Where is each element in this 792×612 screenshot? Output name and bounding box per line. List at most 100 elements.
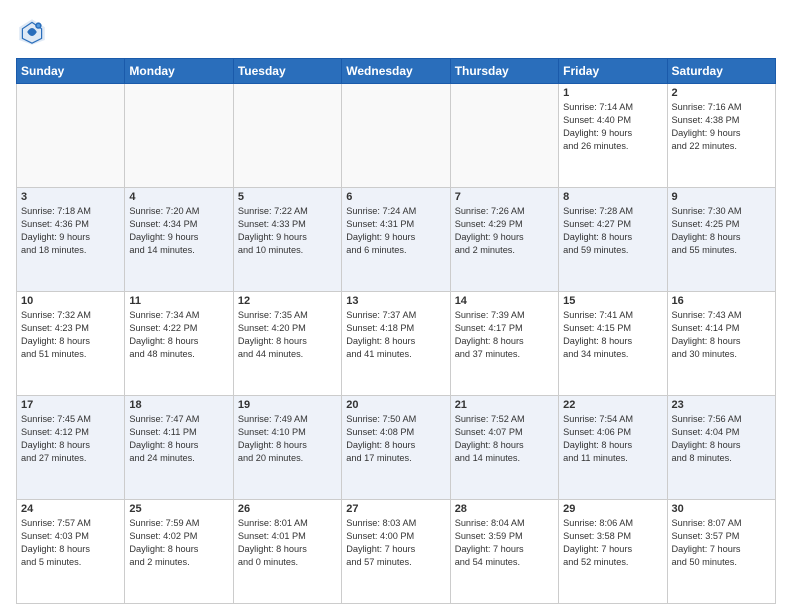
- day-info: Sunrise: 8:01 AM Sunset: 4:01 PM Dayligh…: [238, 517, 337, 569]
- day-number: 12: [238, 295, 337, 307]
- day-info: Sunrise: 7:54 AM Sunset: 4:06 PM Dayligh…: [563, 413, 662, 465]
- calendar-cell: 4 Sunrise: 7:20 AM Sunset: 4:34 PM Daylig…: [125, 188, 233, 292]
- calendar-cell: 3Sunrise: 7:18 AM Sunset: 4:36 PM Daylig…: [17, 188, 125, 292]
- day-info: Sunrise: 7:14 AM Sunset: 4:40 PM Dayligh…: [563, 101, 662, 153]
- week-row-3: 10 Sunrise: 7:32 AM Sunset: 4:23 PM Dayli…: [17, 292, 776, 396]
- weekday-header-friday: Friday: [559, 59, 667, 84]
- day-info: Sunrise: 7:20 AM Sunset: 4:34 PM Dayligh…: [129, 205, 228, 257]
- day-number: 9: [672, 191, 771, 203]
- day-info: Sunrise: 7:41 AM Sunset: 4:15 PM Dayligh…: [563, 309, 662, 361]
- day-info: Sunrise: 7:35 AM Sunset: 4:20 PM Dayligh…: [238, 309, 337, 361]
- day-number: 30: [672, 503, 771, 515]
- page: SundayMondayTuesdayWednesdayThursdayFrid…: [0, 0, 792, 612]
- calendar-cell: 14 Sunrise: 7:39 AM Sunset: 4:17 PM Dayli…: [450, 292, 558, 396]
- day-info: Sunrise: 7:45 AM Sunset: 4:12 PM Dayligh…: [21, 413, 120, 465]
- day-number: 17: [21, 399, 120, 411]
- weekday-header-saturday: Saturday: [667, 59, 775, 84]
- calendar-cell: 29 Sunrise: 8:06 AM Sunset: 3:58 PM Dayli…: [559, 500, 667, 604]
- day-info: Sunrise: 7:57 AM Sunset: 4:03 PM Dayligh…: [21, 517, 120, 569]
- day-number: 25: [129, 503, 228, 515]
- calendar-cell: 20 Sunrise: 7:50 AM Sunset: 4:08 PM Dayli…: [342, 396, 450, 500]
- calendar-cell: 7Sunrise: 7:26 AM Sunset: 4:29 PM Daylig…: [450, 188, 558, 292]
- day-number: 19: [238, 399, 337, 411]
- calendar-cell: [233, 84, 341, 188]
- day-info: Sunrise: 7:50 AM Sunset: 4:08 PM Dayligh…: [346, 413, 445, 465]
- calendar-cell: 9 Sunrise: 7:30 AM Sunset: 4:25 PM Daylig…: [667, 188, 775, 292]
- day-info: Sunrise: 7:49 AM Sunset: 4:10 PM Dayligh…: [238, 413, 337, 465]
- logo-icon: [16, 16, 48, 48]
- day-number: 11: [129, 295, 228, 307]
- calendar-cell: 11 Sunrise: 7:34 AM Sunset: 4:22 PM Dayli…: [125, 292, 233, 396]
- day-info: Sunrise: 7:39 AM Sunset: 4:17 PM Dayligh…: [455, 309, 554, 361]
- calendar-cell: 12 Sunrise: 7:35 AM Sunset: 4:20 PM Dayli…: [233, 292, 341, 396]
- day-number: 8: [563, 191, 662, 203]
- day-number: 5: [238, 191, 337, 203]
- day-info: Sunrise: 7:24 AM Sunset: 4:31 PM Dayligh…: [346, 205, 445, 257]
- day-info: Sunrise: 7:37 AM Sunset: 4:18 PM Dayligh…: [346, 309, 445, 361]
- calendar-cell: 5 Sunrise: 7:22 AM Sunset: 4:33 PM Daylig…: [233, 188, 341, 292]
- calendar-cell: 22 Sunrise: 7:54 AM Sunset: 4:06 PM Dayli…: [559, 396, 667, 500]
- day-number: 10: [21, 295, 120, 307]
- week-row-2: 3Sunrise: 7:18 AM Sunset: 4:36 PM Daylig…: [17, 188, 776, 292]
- calendar-cell: 10 Sunrise: 7:32 AM Sunset: 4:23 PM Dayli…: [17, 292, 125, 396]
- day-number: 20: [346, 399, 445, 411]
- day-info: Sunrise: 7:56 AM Sunset: 4:04 PM Dayligh…: [672, 413, 771, 465]
- weekday-header-monday: Monday: [125, 59, 233, 84]
- calendar-cell: [342, 84, 450, 188]
- calendar-cell: 30Sunrise: 8:07 AM Sunset: 3:57 PM Dayli…: [667, 500, 775, 604]
- calendar-cell: 21 Sunrise: 7:52 AM Sunset: 4:07 PM Dayli…: [450, 396, 558, 500]
- day-number: 6: [346, 191, 445, 203]
- day-number: 1: [563, 87, 662, 99]
- day-number: 29: [563, 503, 662, 515]
- day-info: Sunrise: 7:34 AM Sunset: 4:22 PM Dayligh…: [129, 309, 228, 361]
- day-info: Sunrise: 7:52 AM Sunset: 4:07 PM Dayligh…: [455, 413, 554, 465]
- weekday-header-wednesday: Wednesday: [342, 59, 450, 84]
- day-info: Sunrise: 7:18 AM Sunset: 4:36 PM Dayligh…: [21, 205, 120, 257]
- calendar-cell: 28Sunrise: 8:04 AM Sunset: 3:59 PM Dayli…: [450, 500, 558, 604]
- week-row-4: 17 Sunrise: 7:45 AM Sunset: 4:12 PM Dayli…: [17, 396, 776, 500]
- calendar-cell: 27 Sunrise: 8:03 AM Sunset: 4:00 PM Dayli…: [342, 500, 450, 604]
- day-info: Sunrise: 8:03 AM Sunset: 4:00 PM Dayligh…: [346, 517, 445, 569]
- calendar-cell: [125, 84, 233, 188]
- day-info: Sunrise: 7:26 AM Sunset: 4:29 PM Dayligh…: [455, 205, 554, 257]
- day-number: 13: [346, 295, 445, 307]
- day-number: 15: [563, 295, 662, 307]
- day-info: Sunrise: 7:22 AM Sunset: 4:33 PM Dayligh…: [238, 205, 337, 257]
- calendar-cell: 25 Sunrise: 7:59 AM Sunset: 4:02 PM Dayli…: [125, 500, 233, 604]
- calendar-cell: 15 Sunrise: 7:41 AM Sunset: 4:15 PM Dayli…: [559, 292, 667, 396]
- day-info: Sunrise: 7:32 AM Sunset: 4:23 PM Dayligh…: [21, 309, 120, 361]
- weekday-header-tuesday: Tuesday: [233, 59, 341, 84]
- calendar-cell: [450, 84, 558, 188]
- day-number: 18: [129, 399, 228, 411]
- logo: [16, 16, 52, 48]
- day-number: 4: [129, 191, 228, 203]
- week-row-1: 1 Sunrise: 7:14 AM Sunset: 4:40 PM Daylig…: [17, 84, 776, 188]
- day-number: 27: [346, 503, 445, 515]
- day-number: 26: [238, 503, 337, 515]
- calendar-cell: 1 Sunrise: 7:14 AM Sunset: 4:40 PM Daylig…: [559, 84, 667, 188]
- calendar-cell: [17, 84, 125, 188]
- calendar-cell: 19 Sunrise: 7:49 AM Sunset: 4:10 PM Dayli…: [233, 396, 341, 500]
- day-info: Sunrise: 7:47 AM Sunset: 4:11 PM Dayligh…: [129, 413, 228, 465]
- day-number: 21: [455, 399, 554, 411]
- calendar-cell: 23 Sunrise: 7:56 AM Sunset: 4:04 PM Dayli…: [667, 396, 775, 500]
- day-number: 2: [672, 87, 771, 99]
- calendar-cell: 16Sunrise: 7:43 AM Sunset: 4:14 PM Dayli…: [667, 292, 775, 396]
- calendar-cell: 24Sunrise: 7:57 AM Sunset: 4:03 PM Dayli…: [17, 500, 125, 604]
- week-row-5: 24Sunrise: 7:57 AM Sunset: 4:03 PM Dayli…: [17, 500, 776, 604]
- calendar-cell: 26 Sunrise: 8:01 AM Sunset: 4:01 PM Dayli…: [233, 500, 341, 604]
- day-info: Sunrise: 7:59 AM Sunset: 4:02 PM Dayligh…: [129, 517, 228, 569]
- day-info: Sunrise: 7:30 AM Sunset: 4:25 PM Dayligh…: [672, 205, 771, 257]
- weekday-header-sunday: Sunday: [17, 59, 125, 84]
- weekday-header-row: SundayMondayTuesdayWednesdayThursdayFrid…: [17, 59, 776, 84]
- header: [16, 16, 776, 48]
- day-info: Sunrise: 7:28 AM Sunset: 4:27 PM Dayligh…: [563, 205, 662, 257]
- calendar-cell: 17 Sunrise: 7:45 AM Sunset: 4:12 PM Dayli…: [17, 396, 125, 500]
- day-info: Sunrise: 8:06 AM Sunset: 3:58 PM Dayligh…: [563, 517, 662, 569]
- day-number: 14: [455, 295, 554, 307]
- day-info: Sunrise: 8:04 AM Sunset: 3:59 PM Dayligh…: [455, 517, 554, 569]
- day-number: 22: [563, 399, 662, 411]
- calendar-table: SundayMondayTuesdayWednesdayThursdayFrid…: [16, 58, 776, 604]
- day-number: 23: [672, 399, 771, 411]
- calendar-cell: 18 Sunrise: 7:47 AM Sunset: 4:11 PM Dayli…: [125, 396, 233, 500]
